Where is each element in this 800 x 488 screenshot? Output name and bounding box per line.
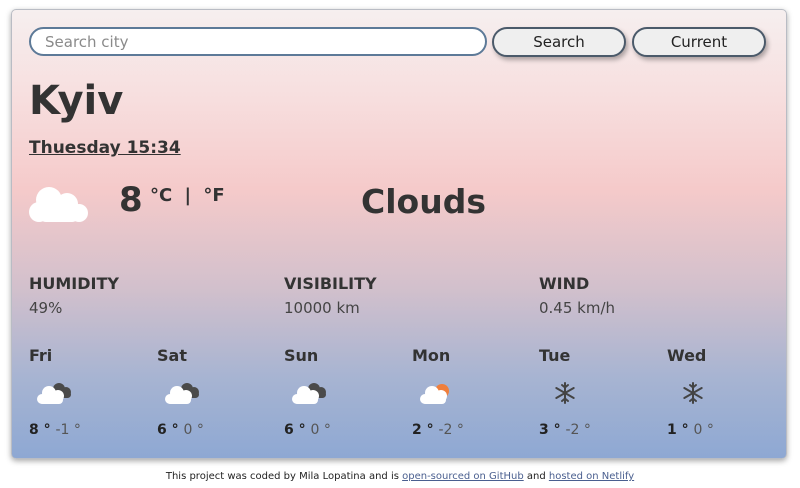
netlify-link[interactable]: hosted on Netlify bbox=[549, 471, 634, 482]
footer: This project was coded by Mila Lopatina … bbox=[0, 471, 800, 482]
forecast-temps: 6 ° 0 ° bbox=[284, 422, 331, 438]
visibility-stat: VISIBILITY 10000 km bbox=[284, 274, 377, 317]
footer-text: This project was coded by Mila Lopatina … bbox=[165, 471, 403, 482]
wind-value: 0.45 km/h bbox=[539, 299, 616, 317]
forecast-min: -2 bbox=[565, 422, 580, 438]
celsius-link[interactable]: °C bbox=[150, 185, 172, 206]
weather-description: Clouds bbox=[361, 182, 486, 221]
snowflake-icon bbox=[681, 380, 705, 410]
search-button[interactable]: Search bbox=[492, 27, 626, 57]
forecast-min: -2 bbox=[438, 422, 453, 438]
forecast-max: 1 bbox=[667, 422, 677, 438]
visibility-value: 10000 km bbox=[284, 299, 360, 317]
broken-clouds-icon bbox=[290, 380, 328, 410]
forecast-day-name: Tue bbox=[539, 346, 571, 365]
cloud-icon bbox=[27, 180, 91, 230]
forecast-day: Tue 3 ° -2 ° bbox=[539, 346, 649, 438]
current-location-button[interactable]: Current bbox=[632, 27, 766, 57]
forecast-temps: 2 ° -2 ° bbox=[412, 422, 464, 438]
forecast-day-name: Fri bbox=[29, 346, 53, 365]
fahrenheit-link[interactable]: °F bbox=[203, 185, 224, 206]
forecast-day: Wed 1 ° 0 ° bbox=[667, 346, 777, 438]
broken-clouds-icon bbox=[163, 380, 201, 410]
forecast-day: Fri 8 ° -1 ° bbox=[29, 346, 139, 438]
forecast-day-name: Wed bbox=[667, 346, 707, 365]
humidity-stat: HUMIDITY 49% bbox=[29, 274, 119, 317]
forecast-temps: 3 ° -2 ° bbox=[539, 422, 591, 438]
humidity-value: 49% bbox=[29, 299, 63, 317]
forecast-max: 6 bbox=[284, 422, 294, 438]
forecast-temps: 8 ° -1 ° bbox=[29, 422, 81, 438]
date-time: Thuesday 15:34 bbox=[29, 138, 181, 158]
city-name: Kyiv bbox=[29, 78, 124, 124]
search-input[interactable] bbox=[29, 27, 487, 56]
forecast-temps: 1 ° 0 ° bbox=[667, 422, 714, 438]
footer-text-mid: and bbox=[523, 471, 549, 482]
wind-label: WIND bbox=[539, 274, 590, 293]
forecast-day: Mon 2 ° -2 ° bbox=[412, 346, 522, 438]
current-temperature: 8 bbox=[119, 180, 143, 220]
forecast-day: Sun 6 ° 0 ° bbox=[284, 346, 394, 438]
snowflake-icon bbox=[553, 380, 577, 410]
visibility-label: VISIBILITY bbox=[284, 274, 377, 293]
unit-separator: | bbox=[184, 185, 192, 206]
forecast-temps: 6 ° 0 ° bbox=[157, 422, 204, 438]
forecast-max: 2 bbox=[412, 422, 422, 438]
forecast-max: 3 bbox=[539, 422, 549, 438]
wind-stat: WIND 0.45 km/h bbox=[539, 274, 615, 317]
forecast-max: 6 bbox=[157, 422, 167, 438]
github-link[interactable]: open-sourced on GitHub bbox=[402, 471, 524, 482]
forecast-day-name: Mon bbox=[412, 346, 451, 365]
unit-toggle: °C | °F bbox=[150, 185, 225, 206]
weather-card: Search Current Kyiv Thuesday 15:34 8 °C … bbox=[11, 9, 787, 459]
forecast-day: Sat 6 ° 0 ° bbox=[157, 346, 267, 438]
forecast-day-name: Sun bbox=[284, 346, 319, 365]
forecast-day-name: Sat bbox=[157, 346, 187, 365]
forecast-min: -1 bbox=[55, 422, 70, 438]
broken-clouds-icon bbox=[35, 380, 73, 410]
sun-cloud-icon bbox=[418, 380, 456, 410]
forecast-max: 8 bbox=[29, 422, 39, 438]
humidity-label: HUMIDITY bbox=[29, 274, 119, 293]
